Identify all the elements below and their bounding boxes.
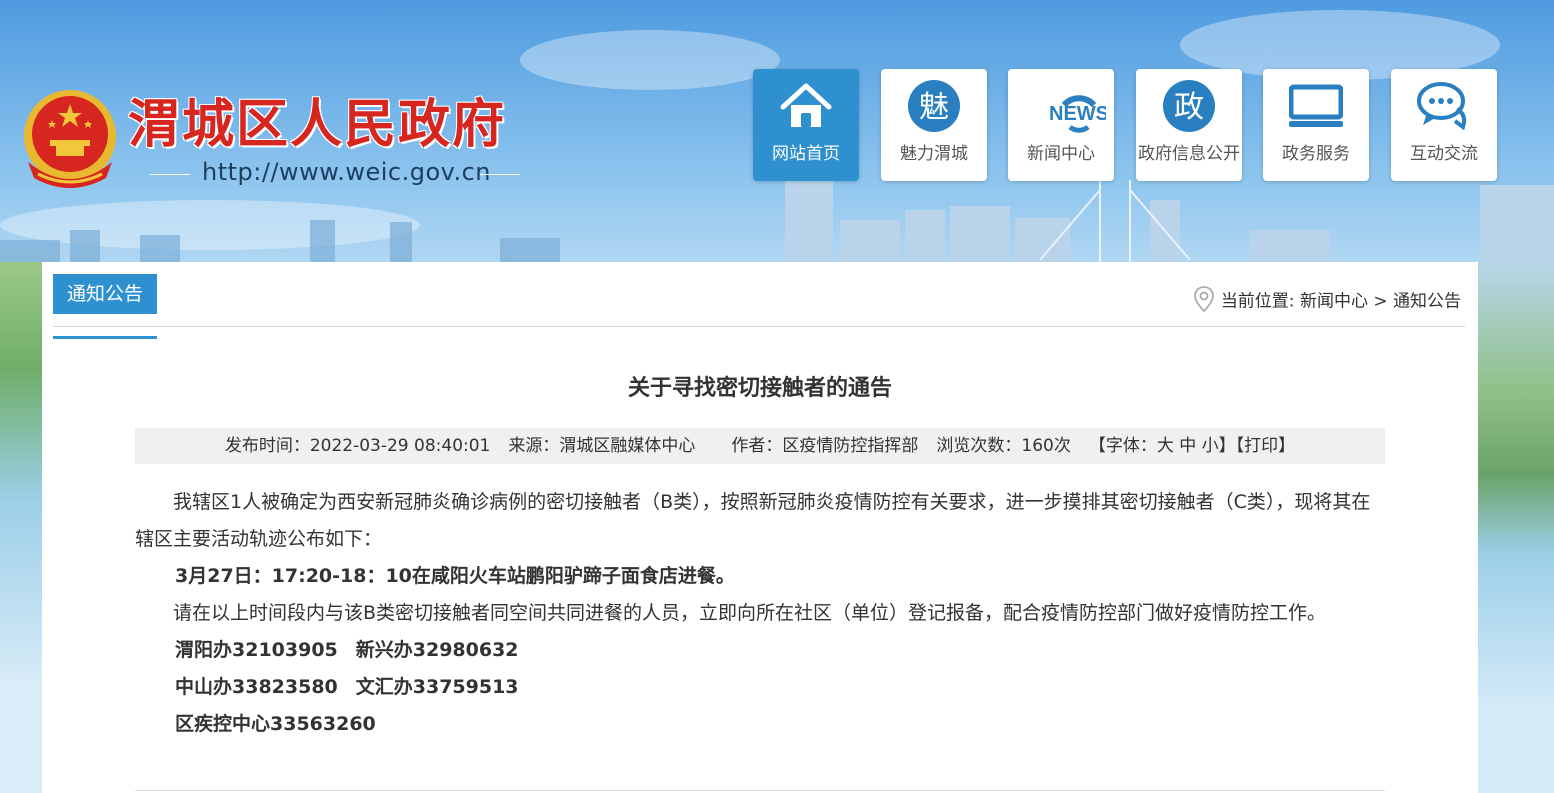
- contact-item: 区疾控中心33563260: [175, 713, 376, 735]
- site-title[interactable]: 渭城区人民政府: [128, 82, 506, 157]
- view-count: 浏览次数：160次: [936, 436, 1071, 456]
- divider: [53, 326, 1465, 327]
- article-meta: 发布时间：2022-03-29 08:40:01 来源：渭城区融媒体中心 作者：区疫…: [135, 428, 1385, 464]
- nav-item-interaction[interactable]: 互动交流: [1391, 69, 1497, 181]
- national-emblem-logo[interactable]: [18, 86, 122, 192]
- font-medium-link[interactable]: 中: [1179, 436, 1196, 456]
- content-panel: 通知公告 当前位置: 新闻中心 > 通知公告 关于寻找密切接触者的通告 发布时间…: [42, 262, 1478, 793]
- contact-line: 中山办33823580 文汇办33759513: [135, 669, 1385, 706]
- article-bottom-divider: [135, 790, 1385, 791]
- scenery-right: [1478, 262, 1554, 793]
- nav-item-services[interactable]: 政务服务: [1263, 69, 1369, 181]
- monitor-icon: [1289, 84, 1343, 127]
- site-url: http://www.weic.gov.cn: [150, 158, 530, 188]
- nav-label-home: 网站首页: [772, 144, 840, 164]
- government-icon: 政: [1163, 80, 1215, 132]
- tab-notices[interactable]: 通知公告: [53, 274, 157, 314]
- activity-track: 3月27日：17:20-18：10在咸阳火车站鹏阳驴蹄子面食店进餐。: [175, 565, 735, 587]
- nav-label-charm: 魅力渭城: [900, 144, 968, 164]
- svg-text:NEWS: NEWS: [1049, 103, 1106, 125]
- tab-underline: [53, 336, 157, 339]
- nav-item-charm[interactable]: 魅 魅力渭城: [881, 69, 987, 181]
- paragraph-instructions: 请在以上时间段内与该B类密切接触者同空间共同进餐的人员，立即向所在社区（单位）登…: [173, 602, 1327, 624]
- paragraph-intro: 我辖区1人被确定为西安新冠肺炎确诊病例的密切接触者（B类），按照新冠肺炎疫情防控…: [135, 491, 1371, 550]
- nav-item-gov-info[interactable]: 政 政府信息公开: [1136, 69, 1242, 181]
- breadcrumb: 当前位置: 新闻中心 > 通知公告: [1193, 286, 1461, 314]
- nav-item-news[interactable]: NEWS 新闻中心: [1008, 69, 1114, 181]
- news-icon: NEWS: [1049, 95, 1106, 133]
- font-size-label: 【字体：: [1088, 436, 1157, 456]
- nav-label-services: 政务服务: [1282, 144, 1350, 164]
- nav-label-gov-info: 政府信息公开: [1138, 144, 1240, 164]
- contact-item: 渭阳办32103905: [175, 639, 338, 661]
- contact-item: 新兴办32980632: [355, 639, 519, 661]
- section-tab[interactable]: 通知公告: [53, 274, 157, 339]
- article-title: 关于寻找密切接触者的通告: [627, 376, 892, 401]
- font-small-link[interactable]: 小: [1202, 436, 1219, 456]
- home-icon: [780, 83, 832, 127]
- font-size-suffix: 】: [1218, 436, 1236, 456]
- source: 来源：渭城区融媒体中心: [508, 436, 696, 456]
- nav-item-home[interactable]: 网站首页: [753, 69, 859, 181]
- nav-label-interaction: 互动交流: [1410, 144, 1478, 164]
- site-url-text: http://www.weic.gov.cn: [202, 158, 492, 186]
- scenery-left: [0, 262, 42, 793]
- publish-time: 发布时间：2022-03-29 08:40:01: [224, 436, 491, 456]
- breadcrumb-text[interactable]: 当前位置: 新闻中心 > 通知公告: [1221, 292, 1461, 312]
- contact-item: 文汇办33759513: [355, 676, 519, 698]
- svg-text:魅: 魅: [919, 90, 949, 125]
- nav-label-news: 新闻中心: [1027, 144, 1095, 164]
- charm-icon: 魅: [908, 80, 960, 132]
- contact-line: 区疾控中心33563260: [135, 706, 1385, 743]
- contact-line: 渭阳办32103905 新兴办32980632: [135, 632, 1385, 669]
- city-skyline: [0, 180, 1554, 270]
- location-pin-icon: [1193, 286, 1214, 312]
- article-body: 我辖区1人被确定为西安新冠肺炎确诊病例的密切接触者（B类），按照新冠肺炎疫情防控…: [135, 484, 1385, 743]
- font-large-link[interactable]: 大: [1157, 436, 1174, 456]
- chat-bubble-icon: [1417, 82, 1467, 131]
- svg-text:政: 政: [1174, 90, 1204, 125]
- author: 作者：区疫情防控指挥部: [731, 436, 919, 456]
- contact-item: 中山办33823580: [175, 676, 338, 698]
- print-link[interactable]: 【打印】: [1236, 436, 1296, 456]
